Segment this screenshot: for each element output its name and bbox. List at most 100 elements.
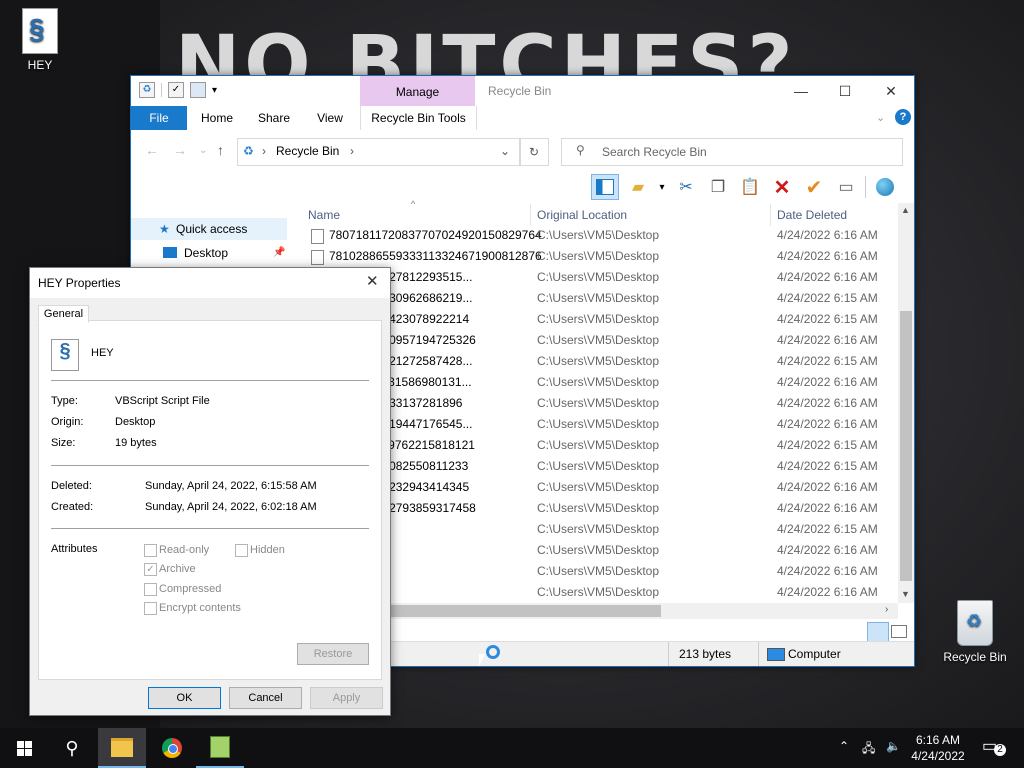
row-location: C:\Users\VM5\Desktop — [537, 270, 660, 284]
desktop-icon-recycle-bin[interactable]: ♻ Recycle Bin — [935, 600, 1015, 664]
up-button[interactable]: ↑ — [217, 142, 224, 158]
rename-icon[interactable]: ▭ — [833, 175, 859, 199]
maximize-button[interactable]: ☐ — [825, 79, 865, 103]
scrollbar-thumb[interactable] — [391, 605, 661, 617]
notepad-icon — [210, 736, 230, 758]
network-icon[interactable]: 🖧 — [862, 739, 875, 760]
clock[interactable]: 6:16 AM 4/24/2022 — [908, 732, 968, 764]
breadcrumb-chevron-icon[interactable]: › — [350, 144, 354, 158]
table-row[interactable]: C:\Users\VM5\Desktop 4/24/2022 6:16 AM — [303, 582, 898, 603]
clock-time: 6:16 AM — [915, 733, 961, 747]
table-row[interactable]: 369524981279385931​7458 C:\Users\VM5\Desk… — [303, 498, 898, 519]
vbscript-file-icon: § — [22, 8, 58, 54]
table-row[interactable]: 797224291278122935​15... C:\Users\VM5\Des… — [303, 267, 898, 288]
command-toolbar: ▰ ▾ ✂ ❐ 📋 ✕ ✔ ▭ — [591, 173, 898, 201]
tab-view[interactable]: View — [313, 106, 347, 130]
large-icons-view-icon[interactable] — [891, 625, 907, 638]
cancel-button[interactable]: Cancel — [229, 687, 302, 709]
back-button[interactable]: ← — [145, 142, 159, 158]
properties-icon[interactable]: ✓ — [168, 82, 184, 98]
table-row[interactable]: 781028865593331133246719008128​76 C:\User… — [303, 246, 898, 267]
search-icon[interactable]: ⚲ — [48, 728, 96, 768]
chrome-taskbar-button[interactable] — [148, 728, 196, 768]
scroll-up-icon[interactable]: ▲ — [901, 205, 910, 215]
new-folder-icon[interactable] — [190, 82, 206, 98]
search-input[interactable]: ⚲ Search Recycle Bin — [561, 138, 903, 166]
table-row[interactable]: 354290821095719472​5326 C:\Users\VM5\Desk… — [303, 330, 898, 351]
nav-quick-access[interactable]: ★ Quick access — [131, 218, 287, 240]
nav-desktop[interactable]: Desktop 📌 — [131, 242, 287, 264]
table-row[interactable]: 777427032194471765​45... C:\Users\VM5\Des… — [303, 414, 898, 435]
table-row[interactable]: 678296891331372818​96 C:\Users\VM5\Deskto… — [303, 393, 898, 414]
column-separator[interactable] — [770, 204, 771, 226]
scroll-right-icon[interactable]: › — [885, 604, 888, 615]
row-date: 4/24/2022 6:15 AM — [777, 522, 878, 536]
expand-ribbon-icon[interactable]: ⌄ — [876, 111, 885, 124]
general-panel: § HEY Type: VBScript Script File Origin:… — [38, 320, 382, 680]
tab-recycle-bin-tools[interactable]: Recycle Bin Tools — [360, 106, 477, 130]
divider — [161, 83, 162, 97]
row-date: 4/24/2022 6:16 AM — [777, 543, 878, 557]
table-row[interactable]: 371183272976221581​8121 C:\Users\VM5\Desk… — [303, 435, 898, 456]
globe-icon[interactable] — [872, 175, 898, 199]
customize-quick-access-icon[interactable]: ▾ — [212, 85, 217, 96]
created-label: Created: — [51, 501, 94, 513]
scrollbar-thumb[interactable] — [900, 311, 912, 581]
delete-icon[interactable]: ✕ — [769, 175, 795, 199]
new-folder-icon[interactable]: ▰ — [625, 175, 651, 199]
row-location: C:\Users\VM5\Desktop — [537, 312, 660, 326]
pin-icon[interactable]: 📌 — [273, 242, 285, 264]
help-icon[interactable]: ? — [895, 109, 911, 125]
recent-locations-icon[interactable]: ⌄ — [199, 145, 207, 156]
table-row[interactable]: 971820378212725874​28... C:\Users\VM5\Des… — [303, 351, 898, 372]
details-view-icon[interactable] — [867, 622, 889, 642]
notification-count: 2 — [994, 744, 1006, 756]
notifications-icon[interactable]: ▭ 2 — [982, 736, 1006, 758]
table-row[interactable]: C:\Users\VM5\Desktop 4/24/2022 6:15 AM — [303, 519, 898, 540]
volume-icon[interactable]: 🔈 — [886, 739, 901, 753]
address-dropdown-icon[interactable]: ⌄ — [500, 144, 510, 158]
table-row[interactable]: C:\Users\VM5\Desktop 4/24/2022 6:16 AM — [303, 561, 898, 582]
breadcrumb[interactable]: Recycle Bin — [276, 144, 339, 158]
origin-label: Origin: — [51, 416, 84, 428]
column-date-deleted[interactable]: Date Deleted — [777, 204, 847, 226]
minimize-button[interactable]: — — [781, 79, 821, 103]
tab-file[interactable]: File — [131, 106, 187, 130]
dialog-close-button[interactable]: ✕ — [366, 272, 379, 290]
file-explorer-taskbar-button[interactable] — [98, 728, 146, 768]
table-row[interactable]: 675850196423078922214 C:\Users\VM5\Deskto… — [303, 309, 898, 330]
cut-icon[interactable]: ✂ — [673, 175, 699, 199]
table-row[interactable]: 735962273082550811233 C:\Users\VM5\Deskto… — [303, 456, 898, 477]
row-location: C:\Users\VM5\Desktop — [537, 522, 660, 536]
refresh-button[interactable]: ↻ — [519, 138, 549, 166]
address-bar[interactable]: ♻ › Recycle Bin › ⌄ — [237, 138, 521, 166]
table-row[interactable]: 780718117208377070249201508297​64 C:\User… — [303, 225, 898, 246]
desktop-icon-hey[interactable]: § HEY — [0, 8, 80, 72]
column-name[interactable]: Name — [308, 204, 340, 226]
table-row[interactable]: 481411673315869801​31... C:\Users\VM5\Des… — [303, 372, 898, 393]
copy-icon[interactable]: ❐ — [705, 175, 731, 199]
notepad-taskbar-button[interactable] — [196, 728, 244, 768]
manage-tab[interactable]: Manage — [360, 76, 475, 106]
tab-general[interactable]: General — [38, 305, 89, 323]
preview-pane-icon[interactable] — [591, 174, 619, 200]
forward-button[interactable]: → — [173, 142, 187, 158]
file-icon — [311, 229, 324, 244]
table-row[interactable]: 331918176232943414345 C:\Users\VM5\Deskto… — [303, 477, 898, 498]
start-button[interactable] — [0, 728, 48, 768]
tab-share[interactable]: Share — [255, 106, 293, 130]
table-row[interactable]: 893137242309626862​19... C:\Users\VM5\Des… — [303, 288, 898, 309]
table-row[interactable]: C:\Users\VM5\Desktop 4/24/2022 6:16 AM — [303, 540, 898, 561]
paste-icon[interactable]: 📋 — [737, 175, 763, 199]
column-original-location[interactable]: Original Location — [537, 204, 627, 226]
dropdown-icon[interactable]: ▾ — [657, 175, 667, 199]
restore-check-icon[interactable]: ✔ — [801, 175, 827, 199]
tab-home[interactable]: Home — [197, 106, 237, 130]
column-separator[interactable] — [530, 204, 531, 226]
close-button[interactable]: ✕ — [871, 79, 911, 103]
vertical-scrollbar[interactable]: ▲ ▼ — [898, 203, 914, 603]
horizontal-scrollbar[interactable]: › — [303, 603, 898, 619]
show-hidden-icons-icon[interactable]: ⌃ — [839, 739, 849, 753]
ok-button[interactable]: OK — [148, 687, 221, 709]
scroll-down-icon[interactable]: ▼ — [901, 589, 910, 599]
